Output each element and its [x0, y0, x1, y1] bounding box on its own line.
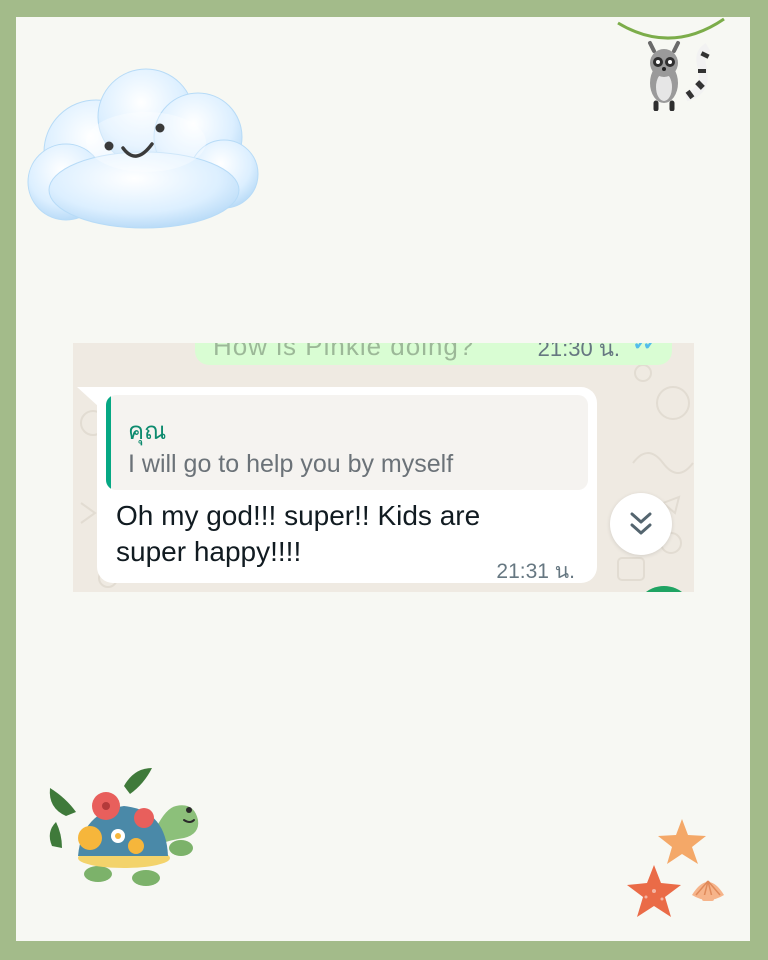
previous-message-text: How is Pinkie doing? — [213, 343, 475, 361]
scroll-to-bottom-button[interactable] — [610, 493, 672, 555]
lemur-sticker — [617, 17, 725, 111]
chat-screenshot: How is Pinkie doing? 21:30 น. ✓✓ คุณ I w… — [73, 343, 694, 592]
chevron-double-down-icon — [630, 512, 652, 535]
previous-message-time: 21:30 น. — [537, 343, 620, 361]
quoted-reply[interactable]: คุณ I will go to help you by myself — [106, 395, 588, 490]
previous-message-bubble[interactable]: How is Pinkie doing? 21:30 น. ✓✓ — [195, 343, 672, 365]
cloud-sticker — [27, 68, 259, 229]
quoted-text: I will go to help you by myself — [128, 450, 454, 478]
quote-accent-bar — [106, 395, 111, 490]
double-check-icon: ✓✓ — [632, 343, 658, 355]
message-time: 21:31 น. — [496, 560, 575, 583]
incoming-message-bubble[interactable]: คุณ I will go to help you by myself Oh m… — [97, 387, 597, 583]
starfish-shell-sticker — [627, 819, 724, 917]
message-bubble-tail — [77, 387, 99, 407]
quoted-sender: คุณ — [128, 418, 167, 445]
turtle-sticker — [49, 768, 199, 886]
message-text: Oh my god!!! super!! Kids are super happ… — [116, 500, 481, 567]
